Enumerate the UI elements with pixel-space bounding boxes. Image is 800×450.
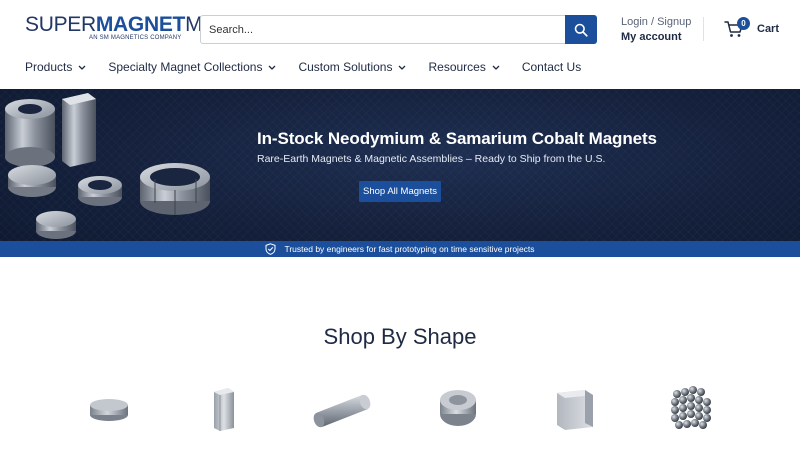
shape-item-ring[interactable] (423, 380, 493, 436)
hero-title: In-Stock Neodymium & Samarium Cobalt Mag… (257, 129, 657, 148)
my-account-link[interactable]: My account (621, 30, 691, 45)
nav-item-label: Resources (428, 60, 486, 74)
shape-item-sphere[interactable] (656, 380, 726, 436)
shape-item-disc[interactable] (74, 380, 144, 436)
nav-item-resources[interactable]: Resources (428, 60, 500, 74)
shape-item-block[interactable] (188, 380, 258, 436)
nav-item-custom-solutions[interactable]: Custom Solutions (298, 60, 406, 74)
logo-tagline: AN SM MAGNETICS COMPANY (89, 35, 182, 41)
shop-by-shape-title: Shop By Shape (323, 324, 477, 349)
shop-all-magnets-button[interactable]: Shop All Magnets (359, 181, 441, 202)
login-signup-link[interactable]: Login / Signup (621, 15, 691, 30)
chevron-down-icon (78, 65, 86, 70)
main-nav: Products Specialty Magnet Collections Cu… (25, 58, 603, 76)
trust-text: Trusted by engineers for fast prototypin… (284, 244, 535, 254)
hero-subtitle: Rare-Earth Magnets & Magnetic Assemblies… (257, 153, 606, 165)
ring-magnet-icon (440, 390, 476, 426)
logo[interactable]: SUPERMAGNETMAN AN SM MAGNETICS COMPANY (25, 13, 231, 45)
trust-strip: Trusted by engineers for fast prototypin… (0, 241, 800, 257)
shape-list (0, 380, 800, 440)
cube-magnet-icon (557, 390, 593, 430)
block-magnet-icon (214, 388, 234, 431)
disc-magnet-icon (90, 399, 128, 421)
nav-item-specialty-magnet-collections[interactable]: Specialty Magnet Collections (108, 60, 276, 74)
cart-label: Cart (757, 23, 780, 35)
shape-item-cube[interactable] (540, 380, 610, 436)
nav-item-label: Specialty Magnet Collections (108, 60, 263, 74)
search-icon (574, 23, 588, 37)
hero-banner: In-Stock Neodymium & Samarium Cobalt Mag… (0, 89, 800, 257)
shield-check-icon (265, 243, 276, 255)
header-divider (703, 17, 704, 41)
site-header: SUPERMAGNETMAN AN SM MAGNETICS COMPANY L… (0, 0, 800, 89)
sphere-magnet-icon (671, 386, 711, 429)
cart-count-badge: 0 (737, 17, 750, 30)
search-bar (200, 15, 597, 44)
chevron-down-icon (268, 65, 276, 70)
search-input[interactable] (209, 16, 559, 43)
chevron-down-icon (398, 65, 406, 70)
cylinder-magnet-icon (313, 394, 371, 428)
search-button[interactable] (565, 15, 597, 44)
shape-item-cylinder[interactable] (306, 380, 376, 436)
chevron-down-icon (492, 65, 500, 70)
nav-item-label: Contact Us (521, 60, 582, 74)
nav-item-contact-us[interactable]: Contact Us (522, 60, 581, 74)
hero-magnets-image (5, 93, 210, 239)
logo-wordmark: SUPERMAGNETMAN (25, 13, 231, 36)
nav-item-label: Products (25, 60, 73, 74)
cart-button[interactable]: 0 Cart (724, 17, 784, 42)
account-menu: Login / Signup My account (621, 15, 691, 45)
nav-item-products[interactable]: Products (25, 60, 86, 74)
nav-item-label: Custom Solutions (298, 60, 393, 74)
